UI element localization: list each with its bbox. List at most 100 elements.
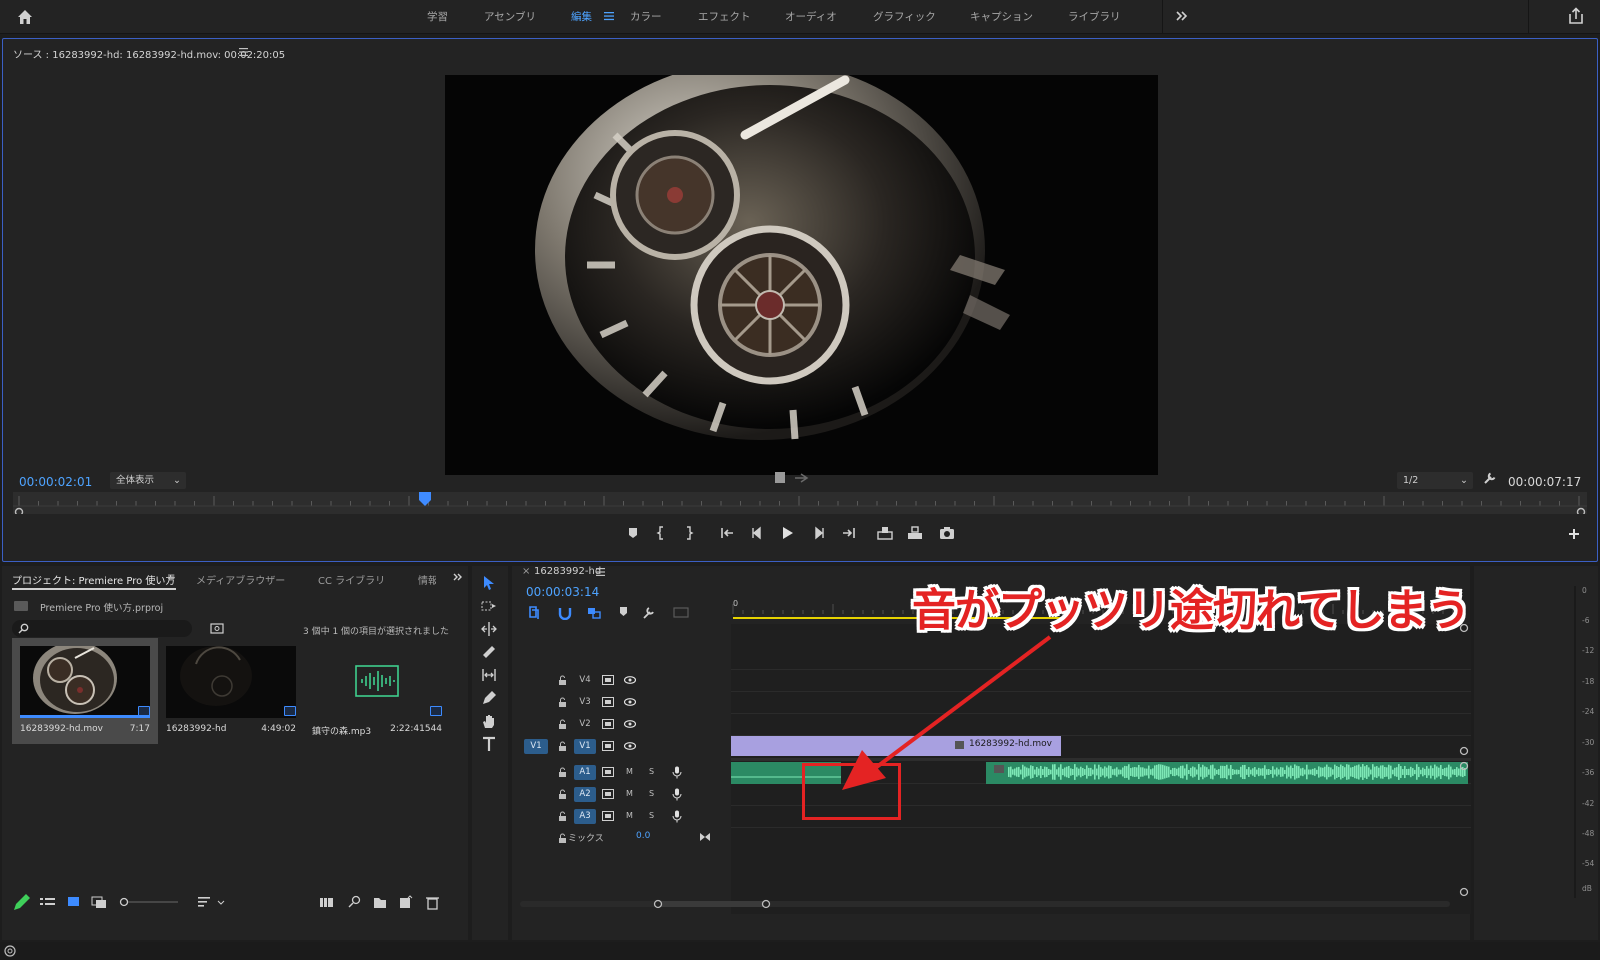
find-icon[interactable]: [348, 895, 361, 908]
panel-menu-icon[interactable]: [596, 568, 605, 576]
zoom-slider[interactable]: [119, 897, 179, 907]
project-item-audio[interactable]: 鎮守の森.mp3 2:22:41544: [304, 638, 450, 744]
eye-icon[interactable]: [624, 742, 636, 750]
hand-tool-icon[interactable]: [480, 712, 498, 730]
creative-cloud-icon[interactable]: [4, 945, 16, 957]
new-bin-icon[interactable]: [374, 898, 386, 908]
new-search-bin-icon[interactable]: [210, 622, 224, 634]
wrench-icon[interactable]: [643, 607, 654, 619]
icon-view-icon[interactable]: [68, 897, 79, 906]
workspace-tab-audio[interactable]: オーディオ: [785, 0, 837, 34]
captions-icon[interactable]: [673, 607, 689, 618]
close-icon[interactable]: ×: [522, 566, 530, 577]
double-chevron-right-icon[interactable]: [452, 571, 464, 583]
lock-icon[interactable]: [558, 675, 567, 686]
tab-cc-libraries[interactable]: CC ライブラリ: [318, 572, 385, 587]
workspace-tab-assembly[interactable]: アセンブリ: [484, 0, 536, 34]
track-select-tool-icon[interactable]: [480, 597, 498, 615]
workspace-tab-learn[interactable]: 学習: [427, 0, 448, 34]
playback-resolution-select[interactable]: 1/2 ⌄: [1397, 472, 1473, 489]
mark-in-icon[interactable]: [651, 523, 671, 543]
source-patch-v1[interactable]: V1: [524, 739, 548, 754]
export-frame-icon[interactable]: [937, 523, 957, 543]
add-button-icon[interactable]: [1567, 527, 1581, 541]
timeline-timecode[interactable]: 00:00:03:14: [526, 585, 599, 599]
insert-overwrite-icons[interactable]: [773, 471, 813, 485]
sync-lock-icon[interactable]: [602, 675, 614, 685]
double-chevron-right-icon[interactable]: [1174, 8, 1190, 24]
go-to-out-icon[interactable]: [839, 523, 859, 543]
add-marker-icon[interactable]: [620, 607, 627, 616]
panel-menu-icon[interactable]: ≡: [167, 572, 175, 583]
workspace-tab-libraries[interactable]: ライブラリ: [1068, 0, 1121, 34]
ripple-edit-tool-icon[interactable]: [480, 620, 498, 638]
source-playhead[interactable]: [418, 492, 432, 508]
mute-button[interactable]: M: [626, 789, 633, 798]
workspace-tab-graphics[interactable]: グラフィック: [873, 0, 936, 34]
pen-tool-icon[interactable]: [480, 689, 498, 707]
sync-lock-icon[interactable]: [602, 767, 614, 777]
solo-button[interactable]: S: [649, 811, 654, 820]
bowtie-icon[interactable]: [699, 832, 711, 842]
lock-icon[interactable]: [558, 741, 567, 752]
lock-icon[interactable]: [558, 767, 567, 778]
go-to-in-icon[interactable]: [717, 523, 737, 543]
lock-icon[interactable]: [558, 833, 567, 844]
trash-icon[interactable]: [426, 897, 439, 910]
eye-icon[interactable]: [624, 720, 636, 728]
sync-lock-icon[interactable]: [602, 741, 614, 751]
track-name[interactable]: V2: [574, 717, 596, 732]
sync-lock-icon[interactable]: [602, 697, 614, 707]
sync-lock-icon[interactable]: [602, 811, 614, 821]
lock-icon[interactable]: [558, 697, 567, 708]
track-name[interactable]: A1: [574, 765, 596, 780]
mix-volume-value[interactable]: 0.0: [636, 831, 650, 841]
source-current-timecode[interactable]: 00:00:02:01: [19, 475, 92, 489]
workspace-tab-captions[interactable]: キャプション: [970, 0, 1033, 34]
type-tool-icon[interactable]: [480, 735, 498, 753]
pencil-icon[interactable]: [14, 894, 30, 910]
add-marker-icon[interactable]: [623, 523, 643, 543]
workspace-tab-effects[interactable]: エフェクト: [698, 0, 751, 34]
selection-tool-icon[interactable]: [480, 574, 498, 592]
project-item-sequence[interactable]: 16283992-hd 4:49:02: [158, 638, 304, 744]
solo-button[interactable]: S: [649, 789, 654, 798]
step-forward-icon[interactable]: [809, 523, 829, 543]
track-name[interactable]: V4: [574, 673, 596, 688]
source-time-ruler[interactable]: [13, 492, 1587, 514]
new-item-icon[interactable]: [400, 895, 413, 908]
mute-button[interactable]: M: [626, 767, 633, 776]
freeform-view-icon[interactable]: [91, 896, 106, 908]
tab-info[interactable]: 情報: [418, 572, 436, 587]
eye-icon[interactable]: [624, 698, 636, 706]
snap-magnet-icon[interactable]: [558, 608, 572, 620]
lock-icon[interactable]: [558, 811, 567, 822]
workspace-menu-icon[interactable]: [604, 11, 614, 21]
sync-lock-icon[interactable]: [602, 719, 614, 729]
workspace-tab-color[interactable]: カラー: [630, 0, 662, 34]
list-view-icon[interactable]: [40, 898, 55, 905]
lock-icon[interactable]: [558, 719, 567, 730]
track-name[interactable]: A2: [574, 787, 596, 802]
wrench-icon[interactable]: [1483, 471, 1497, 485]
sequence-tab[interactable]: 16283992-hd: [534, 566, 601, 577]
step-back-icon[interactable]: [747, 523, 767, 543]
tab-project[interactable]: プロジェクト: Premiere Pro 使い方: [12, 572, 175, 587]
nest-icon[interactable]: [529, 606, 539, 619]
microphone-icon[interactable]: [672, 810, 682, 823]
horizontal-scrollbar[interactable]: [520, 898, 1460, 910]
home-icon[interactable]: [16, 8, 34, 26]
workspace-tab-edit[interactable]: 編集: [571, 0, 592, 34]
vertical-scrollbar[interactable]: [1458, 624, 1470, 898]
play-icon[interactable]: [777, 523, 797, 543]
lock-icon[interactable]: [558, 789, 567, 800]
zoom-level-select[interactable]: 全体表示 ⌄: [110, 472, 186, 489]
project-search-input[interactable]: [12, 620, 192, 637]
microphone-icon[interactable]: [672, 766, 682, 779]
eye-icon[interactable]: [624, 676, 636, 684]
track-name[interactable]: V3: [574, 695, 596, 710]
microphone-icon[interactable]: [672, 788, 682, 801]
linked-selection-icon[interactable]: [588, 608, 601, 619]
track-name[interactable]: A3: [574, 809, 596, 824]
razor-tool-icon[interactable]: [480, 643, 498, 661]
